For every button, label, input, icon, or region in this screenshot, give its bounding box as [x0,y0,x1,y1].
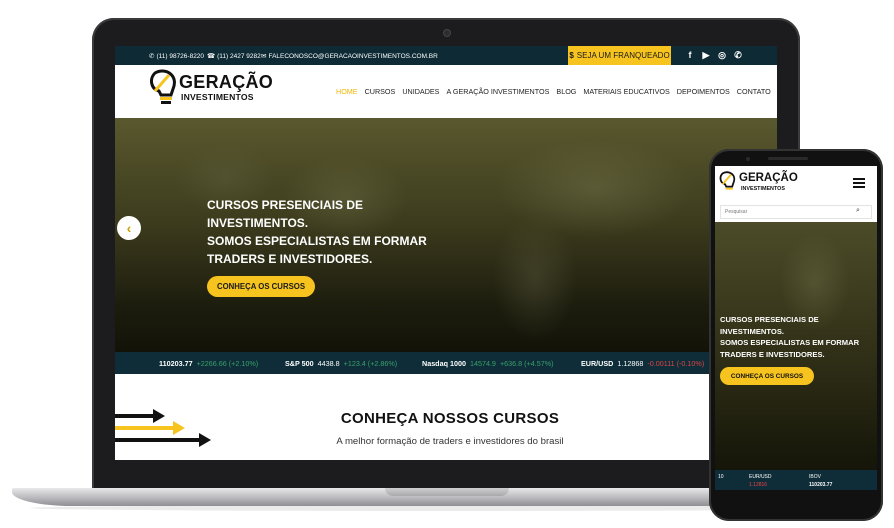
ticker-change: -0.00111 (-0.10%) [647,359,705,368]
laptop-screen: ✆ (11) 98726-8220 ☎ (11) 2427 9282 ✉ FAL… [115,46,777,460]
ticker-symbol: Nasdaq 1000 [422,359,466,368]
mobile-logo-subtitle: INVESTIMENTOS [741,186,785,192]
main-nav: HOME CURSOS UNIDADES A GERAÇÃO INVESTIME… [336,87,771,96]
whatsapp-icon: ✆ [149,53,155,60]
search-icon[interactable]: ⌕ [856,207,860,215]
nav-contato[interactable]: CONTATO [737,87,771,96]
ticker-value: 110203.77 [159,359,193,368]
slider-prev-button[interactable]: ‹ [117,216,141,240]
franchise-button[interactable]: $ SEJA UM FRANQUEADO [568,46,671,65]
market-ticker: 110203.77 +2266.66 (+2.10%) S&P 500 4438… [115,352,777,374]
contact-bar: ✆ (11) 98726-8220 ☎ (11) 2427 9282 ✉ FAL… [115,46,777,65]
camera-icon [444,30,450,36]
head-bulb-icon [719,171,736,190]
ticker-symbol: S&P 500 [285,359,314,368]
mobile-ticker-symbol: IBOV [809,474,821,480]
ticker-value: 14574.9 [469,359,496,368]
logo-name: GERAÇÃO [179,72,274,92]
facebook-icon[interactable]: f [685,50,695,60]
phone-speaker [768,157,808,160]
ticker-value: 4438.8 [317,359,340,368]
courses-title: CONHEÇA NOSSOS CURSOS [340,410,560,427]
laptop-notch [385,488,509,496]
ticker-value: 1.12868 [617,359,644,368]
ticker-symbol: EUR/USD [581,359,614,368]
nav-materiais-educativos[interactable]: MATERIAIS EDUCATIVOS [583,87,669,96]
dollar-icon: $ [569,51,574,60]
nav-depoimentos[interactable]: DEPOIMENTOS [677,87,730,96]
mobile-ticker-label: 10 [718,474,724,480]
mobile-hero-line-1: CURSOS PRESENCIAIS DE [720,315,819,324]
device-mockup: ✆ (11) 98726-8220 ☎ (11) 2427 9282 ✉ FAL… [0,0,894,528]
mobile-search-input[interactable]: Pesquisar [720,205,872,219]
ticker-change: +636.8 (+4.57%) [499,359,554,368]
whatsapp-number: (11) 98726-8220 [156,52,205,60]
ticker-change: +123.4 (+2.86%) [343,359,398,368]
courses-section: CONHEÇA NOSSOS CURSOS A melhor formação … [115,374,777,460]
instagram-icon[interactable]: ◎ [717,50,727,60]
hero-line-1: CURSOS PRESENCIAIS DE [207,198,364,212]
logo-subtitle: INVESTIMENTOS [181,92,254,102]
mobile-hero-cta-label: CONHEÇA OS CURSOS [730,372,804,380]
arrow-decoration [115,433,211,447]
mail-icon: ✉ [261,53,267,60]
phone-icon: ☎ [207,53,216,60]
arrow-decoration [115,421,185,435]
youtube-icon[interactable]: ▶ [701,50,711,60]
whatsapp-contact[interactable]: ✆ (11) 98726-8220 [149,52,205,61]
hero-banner: ‹ CURSOS PRESENCIAIS DE INVESTIMENTOS. S… [115,118,777,352]
hero-cta-label: CONHEÇA OS CURSOS [216,282,306,291]
ticker-item: 110203.77 +2266.66 (+2.10%) [159,359,258,368]
ticker-item: Nasdaq 1000 14574.9 +636.8 (+4.57%) [422,359,553,368]
nav-blog[interactable]: BLOG [556,87,576,96]
hero-line-4: TRADERS E INVESTIDORES. [207,252,373,266]
site-header: GERAÇÃO INVESTIMENTOS HOME CURSOS UNIDAD… [115,65,777,118]
hamburger-menu-icon[interactable] [853,178,865,188]
ticker-change: +2266.66 (+2.10%) [196,359,259,368]
mobile-hero-line-2: INVESTIMENTOS. [720,326,784,336]
mobile-hero-line-3: SOMOS ESPECIALISTAS EM FORMAR [720,338,860,347]
mobile-ticker: 10 EUR/USD 1.12816 IBOV 110203.77 [715,470,877,490]
mobile-ticker-symbol: EUR/USD [749,474,772,480]
nav-geracao-investimentos[interactable]: A GERAÇÃO INVESTIMENTOS [446,87,549,96]
phone-screen: GERAÇÃO INVESTIMENTOS Pesquisar ⌕ CURSOS… [715,166,877,490]
hero-cta-button[interactable]: CONHEÇA OS CURSOS [207,276,315,297]
hero-headline: CURSOS PRESENCIAIS DE INVESTIMENTOS. SOM… [207,196,467,268]
head-bulb-icon [150,69,176,104]
arrow-decoration [115,409,165,423]
chevron-left-icon: ‹ [126,220,132,236]
nav-unidades[interactable]: UNIDADES [402,87,439,96]
whatsapp-icon[interactable]: ✆ [733,50,743,60]
mobile-logo-name: GERAÇÃO [739,172,798,184]
hero-line-2: INVESTIMENTOS. [207,216,309,230]
nav-cursos[interactable]: CURSOS [365,87,396,96]
mobile-logo[interactable]: GERAÇÃO INVESTIMENTOS [719,171,809,197]
phone-camera [746,157,750,161]
email-contact[interactable]: ✉ FALECONOSCO@GERACAOINVESTIMENTOS.COM.B… [261,52,438,61]
mobile-hero-line-4: TRADERS E INVESTIDORES. [720,349,825,359]
social-links: f ▶ ◎ ✆ [685,50,743,60]
mobile-hero: CURSOS PRESENCIAIS DE INVESTIMENTOS. SOM… [715,222,877,470]
ticker-item: EUR/USD 1.12868 -0.00111 (-0.10%) [581,359,704,368]
mobile-hero-cta-button[interactable]: CONHEÇA OS CURSOS [720,367,814,385]
phone-number: (11) 2427 9282 [217,52,261,60]
courses-subtitle: A melhor formação de traders e investido… [336,436,564,447]
site-logo[interactable]: GERAÇÃO INVESTIMENTOS [149,69,273,113]
mobile-ticker-value: 1.12816 [749,482,768,488]
hero-line-3: SOMOS ESPECIALISTAS EM FORMAR [207,234,427,248]
franchise-label: SEJA UM FRANQUEADO [576,51,670,60]
phone-contact[interactable]: ☎ (11) 2427 9282 [207,52,261,61]
mobile-ticker-value: 110203.77 [809,482,833,488]
email-address: FALECONOSCO@GERACAOINVESTIMENTOS.COM.BR [268,52,438,60]
ticker-item: S&P 500 4438.8 +123.4 (+2.86%) [285,359,397,368]
nav-home[interactable]: HOME [336,87,358,96]
mobile-hero-headline: CURSOS PRESENCIAIS DE INVESTIMENTOS. SOM… [720,314,870,360]
